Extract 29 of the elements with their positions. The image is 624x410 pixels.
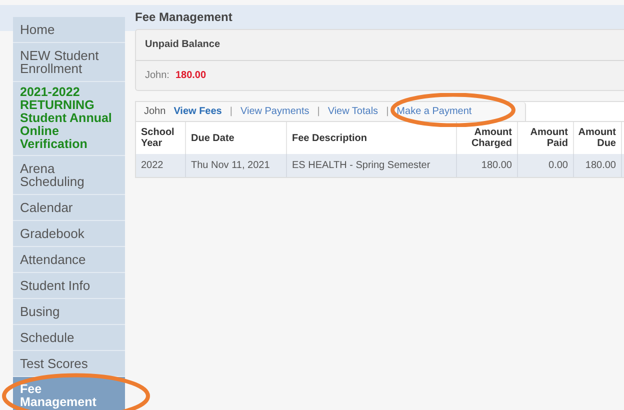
fee-tab[interactable]: Make a Payment xyxy=(396,106,472,117)
nav-item[interactable]: Attendance xyxy=(13,247,125,273)
table-cell: 180.00 xyxy=(574,154,622,177)
nav-item[interactable]: Fee Management xyxy=(13,377,125,410)
nav-item[interactable]: Schedule xyxy=(13,325,125,351)
nav-item[interactable]: 2021-2022 RETURNING Student Annual Online Verification xyxy=(13,82,125,156)
fee-tab[interactable]: View Payments xyxy=(240,106,310,117)
panel-title: Unpaid Balance xyxy=(136,37,624,61)
tab-separator: | xyxy=(317,105,320,119)
nav-item[interactable]: Busing xyxy=(13,299,125,325)
student-name: John xyxy=(144,105,166,119)
student-label: John: xyxy=(145,69,170,83)
tab-separator: | xyxy=(230,105,232,119)
fee-tab[interactable]: View Totals xyxy=(328,106,378,117)
tab-separator: | xyxy=(386,105,389,119)
nav-item[interactable]: Calendar xyxy=(13,195,125,221)
table-cell: 2022 xyxy=(136,154,186,177)
table-cell: 180.00 xyxy=(457,154,518,177)
page-title: Fee Management xyxy=(135,9,234,26)
nav-item[interactable]: Arena Scheduling xyxy=(13,156,125,195)
table-cell: Thu Nov 11, 2021 xyxy=(186,154,287,177)
nav-item[interactable]: NEW Student Enrollment xyxy=(13,43,125,82)
table-cell: ES HEALTH - Spring Semester xyxy=(287,154,457,177)
balance-amount: 180.00 xyxy=(175,69,206,83)
nav-item[interactable]: Student Info xyxy=(13,273,125,299)
fee-tab[interactable]: View Fees xyxy=(174,106,222,117)
nav-item[interactable]: Home xyxy=(13,17,125,43)
nav-item[interactable]: Gradebook xyxy=(13,221,125,247)
table-cell: 0.00 xyxy=(518,154,574,177)
